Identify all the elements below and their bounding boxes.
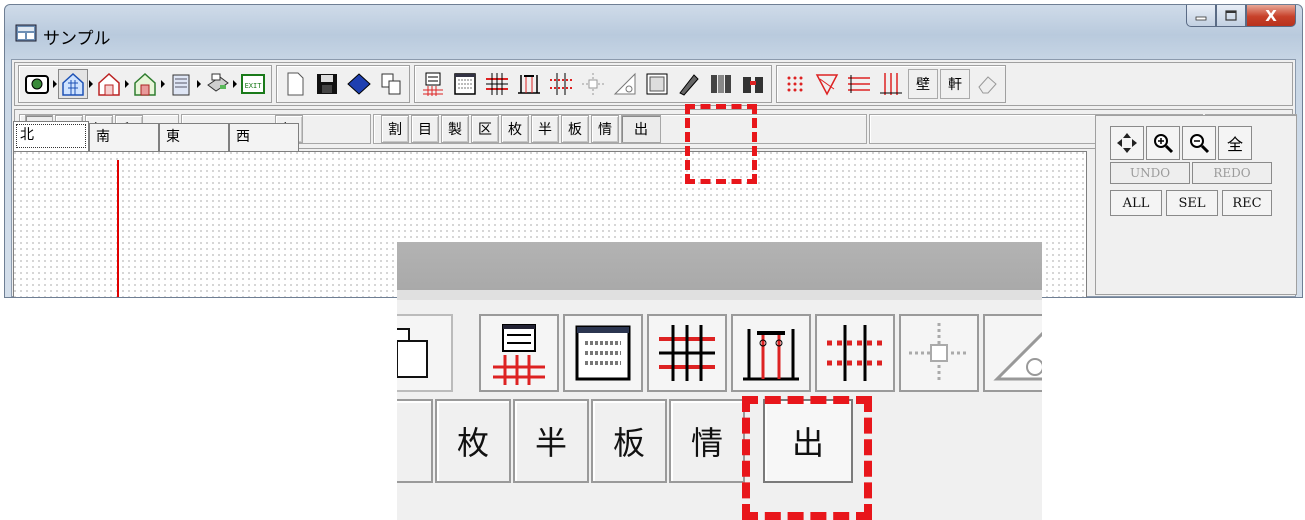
- exit-icon-label: EXIT: [245, 82, 263, 90]
- printer-icon[interactable]: [202, 69, 232, 99]
- zoom-out-icon[interactable]: [1182, 126, 1216, 160]
- inset-point-icon[interactable]: [899, 314, 979, 392]
- new-doc-icon[interactable]: [280, 69, 310, 99]
- toolbar-group-model: EXIT: [18, 65, 272, 103]
- tab-north[interactable]: 北: [13, 121, 89, 151]
- info-button[interactable]: 情: [591, 115, 619, 143]
- inset-red-grid-icon[interactable]: [647, 314, 727, 392]
- tab-south[interactable]: 南: [89, 123, 159, 151]
- camera-icon[interactable]: [22, 69, 52, 99]
- dotted-grid-icon[interactable]: [546, 69, 576, 99]
- close-button[interactable]: X: [1246, 5, 1296, 27]
- lines-icon[interactable]: [844, 69, 874, 99]
- inset-dotted-grid-icon[interactable]: [815, 314, 895, 392]
- inset-half-button[interactable]: 半: [513, 399, 589, 483]
- frame-icon[interactable]: [514, 69, 544, 99]
- minimize-button[interactable]: [1186, 5, 1216, 27]
- view-control-panel: 全 UNDO REDO ALL SEL REC: [1095, 115, 1297, 295]
- inset-sheet-button[interactable]: 枚: [435, 399, 511, 483]
- window-title: サンプル: [43, 29, 111, 49]
- wall-line: [117, 160, 119, 297]
- redo-button[interactable]: REDO: [1192, 162, 1272, 184]
- point-icon[interactable]: [578, 69, 608, 99]
- inset-highlight-box: [742, 396, 872, 520]
- tab-west[interactable]: 西: [229, 123, 299, 151]
- eraser-icon[interactable]: [972, 69, 1002, 99]
- inset-board-button[interactable]: 板: [591, 399, 667, 483]
- exit-icon[interactable]: EXIT: [238, 69, 268, 99]
- inset-frame-icon[interactable]: [731, 314, 811, 392]
- building-icon[interactable]: [166, 69, 196, 99]
- make-button[interactable]: 製: [441, 115, 469, 143]
- calculator-icon[interactable]: [642, 69, 672, 99]
- eave-text-button[interactable]: 軒: [940, 69, 970, 99]
- eye-button[interactable]: 目: [411, 115, 439, 143]
- inset-copy-doc-icon[interactable]: [397, 314, 453, 392]
- select-all-button[interactable]: ALL: [1110, 190, 1162, 216]
- arrow-triangle-icon[interactable]: [812, 69, 842, 99]
- house-outline-icon[interactable]: [94, 69, 124, 99]
- title-bar[interactable]: サンプル X: [5, 5, 1302, 59]
- grid-table-icon[interactable]: [418, 69, 448, 99]
- copy-doc-icon[interactable]: [376, 69, 406, 99]
- inset-info-button[interactable]: 情: [669, 399, 745, 483]
- vertical-lines-icon[interactable]: [876, 69, 906, 99]
- output-button[interactable]: 出: [621, 115, 661, 143]
- inset-grid-table-icon[interactable]: [479, 314, 559, 392]
- inset-title-bar: [397, 242, 1042, 290]
- pen-icon[interactable]: [674, 69, 704, 99]
- section-button[interactable]: 区: [471, 115, 499, 143]
- main-toolbar: EXIT 壁 軒: [14, 62, 1293, 106]
- inset-triangle-ruler-icon[interactable]: [983, 314, 1042, 392]
- undo-button[interactable]: UNDO: [1110, 162, 1190, 184]
- book-icon[interactable]: [344, 69, 374, 99]
- half-button[interactable]: 半: [531, 115, 559, 143]
- zoom-in-icon[interactable]: [1146, 126, 1180, 160]
- inset-toolbar: [397, 300, 1042, 400]
- zoom-inset: 枚 半 板 情 出: [397, 242, 1042, 520]
- toolbar-group-file: [276, 65, 410, 103]
- save-icon[interactable]: [312, 69, 342, 99]
- toolbar-group-grid: [414, 65, 772, 103]
- triangle-ruler-icon[interactable]: [610, 69, 640, 99]
- rectangle-select-button[interactable]: REC: [1222, 190, 1272, 216]
- house-green-icon[interactable]: [130, 69, 160, 99]
- house-icon[interactable]: [58, 69, 88, 99]
- split-button[interactable]: 割: [381, 115, 409, 143]
- app-icon: [15, 23, 37, 43]
- dots-icon[interactable]: [780, 69, 810, 99]
- toolbar-group-edit: 壁 軒: [776, 65, 1006, 103]
- sheet-button[interactable]: 枚: [501, 115, 529, 143]
- tab-east[interactable]: 東: [159, 123, 229, 151]
- red-grid-icon[interactable]: [482, 69, 512, 99]
- board-button[interactable]: 板: [561, 115, 589, 143]
- zoom-all-button[interactable]: 全: [1218, 126, 1252, 160]
- maximize-button[interactable]: [1216, 5, 1246, 27]
- wall-text-button[interactable]: 壁: [908, 69, 938, 99]
- binoculars-icon[interactable]: [738, 69, 768, 99]
- window-icon[interactable]: [450, 69, 480, 99]
- move-icon[interactable]: [1110, 126, 1144, 160]
- books-icon[interactable]: [706, 69, 736, 99]
- inset-partial-button[interactable]: [397, 399, 433, 483]
- highlight-box: [685, 104, 757, 184]
- select-button[interactable]: SEL: [1166, 190, 1218, 216]
- inset-window-icon[interactable]: [563, 314, 643, 392]
